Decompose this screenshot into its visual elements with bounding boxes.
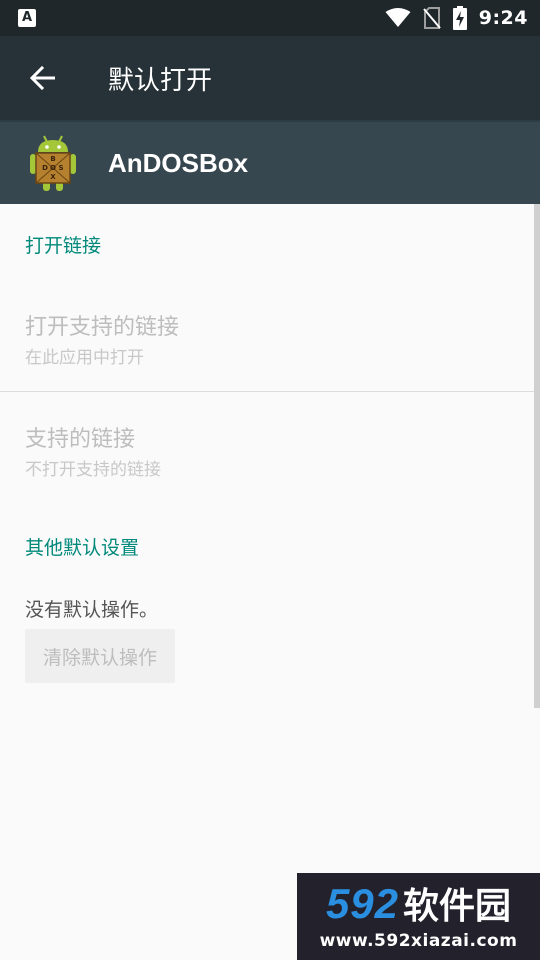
section-header-other-defaults: 其他默认设置 bbox=[25, 537, 140, 559]
pref-summary: 不打开支持的链接 bbox=[25, 460, 161, 480]
watermark-number: 592 bbox=[325, 880, 400, 927]
app-icon-letter: B bbox=[50, 155, 55, 163]
page-title: 默认打开 bbox=[108, 65, 213, 96]
app-icon-letter: X bbox=[50, 173, 56, 181]
watermark-url: www.592xiazai.com bbox=[319, 931, 518, 951]
notification-icon: A bbox=[18, 9, 36, 27]
wifi-icon bbox=[385, 8, 411, 27]
pref-title: 支持的链接 bbox=[25, 427, 136, 452]
app-icon: B D O S X bbox=[30, 135, 76, 191]
status-time: 9:24 bbox=[478, 7, 528, 29]
pref-supported-links[interactable]: 支持的链接 不打开支持的链接 bbox=[0, 404, 534, 496]
back-button[interactable] bbox=[0, 36, 84, 120]
pref-title: 打开支持的链接 bbox=[25, 315, 180, 340]
divider bbox=[0, 391, 534, 392]
app-name: AnDOSBox bbox=[108, 147, 249, 178]
no-sim-icon bbox=[422, 7, 441, 29]
app-icon-letter: S bbox=[58, 164, 63, 172]
app-icon-letter: O bbox=[50, 164, 56, 172]
status-bar: A 9:24 bbox=[0, 0, 540, 36]
battery-charging-icon bbox=[452, 6, 467, 30]
arrow-back-icon bbox=[29, 66, 55, 90]
app-header: B D O S X AnDOSBox bbox=[0, 120, 540, 204]
clear-defaults-button[interactable]: 清除默认操作 bbox=[25, 629, 175, 683]
toolbar: 默认打开 bbox=[0, 36, 540, 120]
pref-open-supported-links[interactable]: 打开支持的链接 在此应用中打开 bbox=[0, 292, 534, 390]
section-header-open-links: 打开链接 bbox=[25, 235, 102, 257]
pref-summary: 在此应用中打开 bbox=[25, 348, 144, 368]
watermark-logo: 592 软件园 www.592xiazai.com bbox=[297, 873, 540, 960]
watermark-text: 软件园 bbox=[403, 886, 512, 927]
app-icon-letter: D bbox=[42, 164, 48, 172]
scrollbar[interactable] bbox=[534, 204, 540, 708]
no-defaults-text: 没有默认操作。 bbox=[25, 599, 159, 621]
